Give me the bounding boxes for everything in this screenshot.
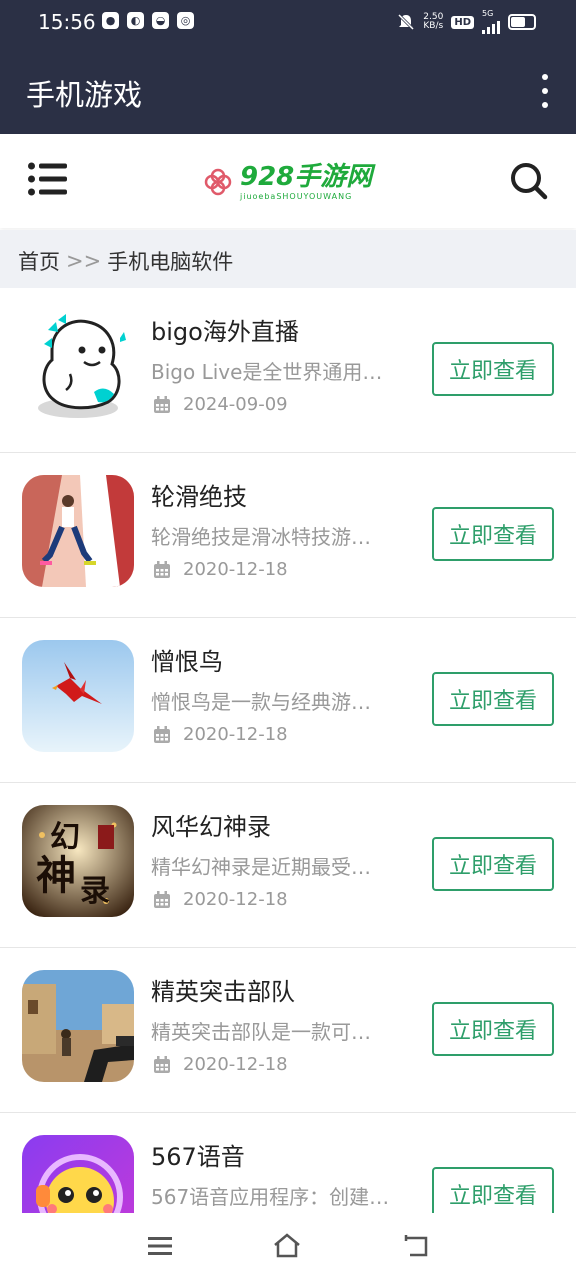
list-item[interactable]: 567语音 567语音应用程序：创建… 2020-12-18 立即查看 xyxy=(0,1113,576,1213)
list-item[interactable]: 轮滑绝技 轮滑绝技是滑冰特技游… 2020-12-18 立即查看 xyxy=(0,453,576,618)
calendar-icon xyxy=(154,1055,170,1073)
app-list: bigo海外直播 Bigo Live是全世界通用… 2024-09-09 立即查… xyxy=(0,288,576,1213)
search-icon[interactable] xyxy=(510,162,548,200)
item-date: 2024-09-09 xyxy=(153,394,288,415)
recent-apps-icon[interactable] xyxy=(145,1231,175,1261)
logo-subtitle: jiuoebaSHOUYOUWANG xyxy=(240,191,353,201)
breadcrumb: 首页 >> 手机电脑软件 xyxy=(0,230,576,288)
skating-icon[interactable] xyxy=(22,475,134,587)
list-item[interactable]: 憎恨鸟 憎恨鸟是一款与经典游… 2020-12-18 立即查看 xyxy=(0,618,576,783)
site-header: 928手游网 jiuoebaSHOUYOUWANG xyxy=(0,134,576,228)
calendar-icon xyxy=(154,725,170,743)
bird-icon[interactable] xyxy=(22,640,134,752)
view-now-button[interactable]: 立即查看 xyxy=(432,837,554,891)
shooter-icon[interactable] xyxy=(22,970,134,1082)
more-options-icon[interactable] xyxy=(538,74,552,108)
back-icon[interactable] xyxy=(402,1231,432,1261)
view-now-button[interactable]: 立即查看 xyxy=(432,1167,554,1213)
site-logo[interactable]: 928手游网 jiuoebaSHOUYOUWANG xyxy=(202,160,372,204)
status-time: 15:56 xyxy=(38,10,96,34)
logo-flower-icon xyxy=(204,168,232,196)
breadcrumb-current[interactable]: 手机电脑软件 xyxy=(107,246,233,276)
calendar-icon xyxy=(154,560,170,578)
app-icon: ● xyxy=(102,12,119,29)
app-bar: 手机游戏 xyxy=(0,46,576,134)
app-title: 手机游戏 xyxy=(26,78,143,112)
hd-badge: HD xyxy=(451,15,474,29)
view-now-button[interactable]: 立即查看 xyxy=(432,507,554,561)
item-date: 2020-12-18 xyxy=(153,724,288,745)
fantasy-icon[interactable]: 幻 神 录 xyxy=(22,805,134,917)
item-description: 精英突击部队是一款可… xyxy=(151,1020,371,1044)
fantasy-icon-char-2: 神 xyxy=(36,852,76,899)
battery-icon xyxy=(508,14,536,30)
calendar-icon xyxy=(154,395,170,413)
home-icon[interactable] xyxy=(272,1231,302,1261)
notification-icons: ● ◐ ◒ ◎ xyxy=(102,12,194,29)
menu-icon[interactable] xyxy=(28,162,68,196)
app-icon: ◒ xyxy=(152,12,169,29)
status-bar: 15:56 ● ◐ ◒ ◎ 2.50 KB/s HD 5G xyxy=(0,0,576,46)
logo-title: 928手游网 xyxy=(240,161,373,192)
app-icon: ◎ xyxy=(177,12,194,29)
list-item[interactable]: bigo海外直播 Bigo Live是全世界通用… 2024-09-09 立即查… xyxy=(0,288,576,453)
net-speed: 2.50 KB/s xyxy=(423,12,444,31)
item-description: 精华幻神录是近期最受… xyxy=(151,855,371,879)
signal-icon: 5G xyxy=(482,10,500,34)
item-date: 2020-12-18 xyxy=(153,559,288,580)
breadcrumb-home[interactable]: 首页 xyxy=(18,246,60,276)
view-now-button[interactable]: 立即查看 xyxy=(432,672,554,726)
item-description: 567语音应用程序：创建… xyxy=(151,1185,390,1209)
breadcrumb-separator: >> xyxy=(66,249,102,273)
item-date: 2020-12-18 xyxy=(153,1054,288,1075)
item-description: Bigo Live是全世界通用… xyxy=(151,360,383,384)
fantasy-icon-char-3: 录 xyxy=(80,874,110,909)
item-description: 轮滑绝技是滑冰特技游… xyxy=(151,525,371,549)
status-right: 2.50 KB/s HD 5G xyxy=(397,10,536,34)
calendar-icon xyxy=(154,890,170,908)
item-description: 憎恨鸟是一款与经典游… xyxy=(151,690,371,714)
view-now-button[interactable]: 立即查看 xyxy=(432,1002,554,1056)
item-date: 2020-12-18 xyxy=(153,889,288,910)
item-name[interactable]: 567语音 xyxy=(151,1137,245,1172)
view-now-button[interactable]: 立即查看 xyxy=(432,342,554,396)
item-name[interactable]: 精英突击部队 xyxy=(151,972,295,1007)
bigo-icon[interactable] xyxy=(22,310,134,422)
item-name[interactable]: bigo海外直播 xyxy=(151,312,299,347)
fantasy-icon-char-1: 幻 xyxy=(50,820,80,855)
mute-bell-icon xyxy=(398,13,415,31)
list-item[interactable]: 幻 神 录 风华幻神录 精华幻神录是近期最受… 2020-12-18 立即查看 xyxy=(0,783,576,948)
list-item[interactable]: 精英突击部队 精英突击部队是一款可… 2020-12-18 立即查看 xyxy=(0,948,576,1113)
voice-icon[interactable] xyxy=(22,1135,134,1213)
item-name[interactable]: 风华幻神录 xyxy=(151,807,271,842)
system-nav-bar xyxy=(0,1213,576,1280)
item-name[interactable]: 轮滑绝技 xyxy=(151,477,247,512)
app-icon: ◐ xyxy=(127,12,144,29)
item-name[interactable]: 憎恨鸟 xyxy=(151,642,223,677)
